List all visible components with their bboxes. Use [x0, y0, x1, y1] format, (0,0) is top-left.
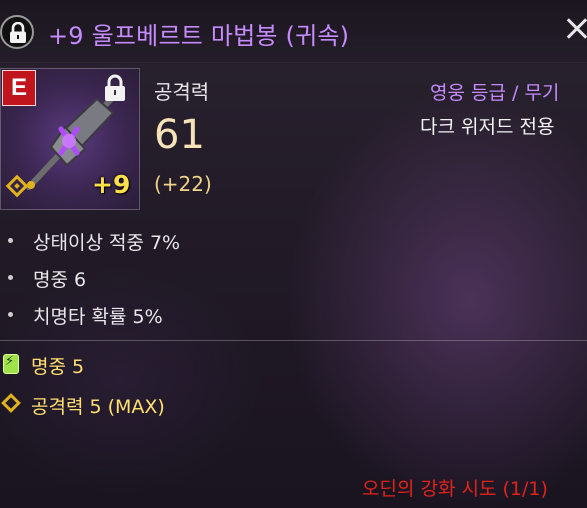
grade-badge: E — [2, 70, 36, 106]
option-text: 치명타 확률 5% — [33, 306, 163, 328]
option-text: 상태이상 적중 7% — [33, 232, 181, 254]
stat-bonus: (+22) — [154, 172, 212, 196]
lock-icon[interactable] — [0, 15, 34, 49]
grade-class: 영웅 등급 / 무기 — [430, 82, 560, 104]
item-title: +9 울프베르트 마법봉 (귀속) — [48, 22, 350, 50]
gold-diamond-icon — [1, 393, 21, 413]
bullet-icon — [8, 275, 13, 280]
stat-value: 61 — [154, 112, 205, 158]
bonus-option-text: 공격력 5 (MAX) — [31, 396, 165, 418]
item-lock-icon — [105, 74, 125, 101]
stat-label: 공격력 — [154, 80, 210, 104]
enhance-level: +9 — [92, 170, 131, 199]
divider — [0, 340, 587, 341]
bonus-option-text: 명중 5 — [31, 356, 85, 378]
close-icon[interactable] — [562, 14, 587, 44]
bullet-icon — [8, 312, 13, 317]
class-restriction: 다크 위저드 전용 — [420, 116, 555, 138]
enhance-attempt-status: 오딘의 강화 시도 (1/1) — [362, 478, 548, 500]
option-text: 명중 6 — [33, 269, 87, 291]
bullet-icon — [8, 238, 13, 243]
tooltip-header: +9 울프베르트 마법봉 (귀속) — [0, 0, 587, 63]
rune-icon — [3, 354, 19, 374]
